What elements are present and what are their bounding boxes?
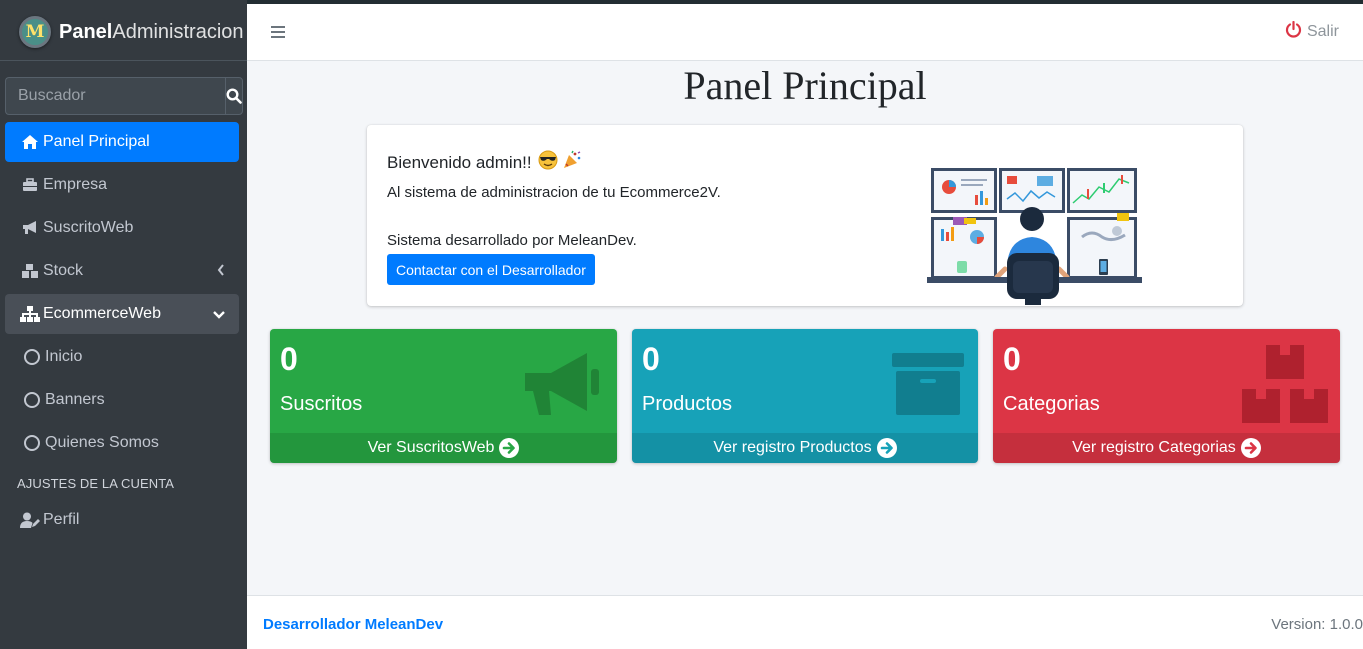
welcome-card: Bienvenido admin!! Al sistema de adminis… [367,125,1243,306]
sidebar-item-inicio[interactable]: Inicio [5,337,239,377]
sidebar-item-quienes-somos[interactable]: Quienes Somos [5,423,239,463]
sidebar: M PanelAdministracion Panel Principal Em… [0,0,247,649]
sidebar-item-label: Panel Principal [43,133,150,150]
brand-logo: M [19,16,51,48]
search-button[interactable] [225,77,243,115]
brand-text: PanelAdministracion [59,20,244,43]
logout-button[interactable]: Salir [1285,20,1339,43]
arrow-circle-right-icon [876,438,897,458]
boxes-icon [1242,345,1330,428]
circle-icon [24,392,40,408]
stat-link-label: Ver registro Productos [713,439,872,456]
sidebar-item-suscritoweb[interactable]: SuscritoWeb [5,208,239,248]
boxes-icon [20,261,40,281]
welcome-text: Bienvenido admin!! Al sistema de adminis… [387,150,721,249]
archive-icon [892,351,964,420]
brand-link[interactable]: M PanelAdministracion [0,0,247,61]
sidebar-item-panel-principal[interactable]: Panel Principal [5,122,239,162]
sitemap-icon [20,304,40,324]
arrow-circle-right-icon [499,438,520,458]
sidebar-item-label: EcommerceWeb [43,305,161,322]
stat-box-productos: 0 Productos Ver registro Productos [632,329,978,463]
stat-footer-link[interactable]: Ver registro Categorias [993,433,1340,463]
sidebar-item-label: SuscritoWeb [43,219,134,236]
developer-link[interactable]: Desarrollador MeleanDev [263,616,443,633]
menu-toggle-icon[interactable] [271,26,285,41]
contact-developer-button[interactable]: Contactar con el Desarrollador [387,254,595,285]
sidebar-item-label: Empresa [43,176,108,193]
stat-link-label: Ver SuscritosWeb [367,439,495,456]
user-edit-icon [20,510,40,530]
version-label: Version: 1.0.0 [1271,616,1363,633]
arrow-circle-right-icon [1240,438,1261,458]
chevron-left-icon [217,263,225,281]
stat-box-categorias: 0 Categorias Ver registro Categorias [993,329,1340,463]
sidebar-nav: Panel Principal Empresa SuscritoWeb Stoc… [5,122,239,543]
sidebar-item-label: Perfil [43,511,80,528]
chevron-down-icon [213,306,225,324]
bullhorn-icon [20,218,40,238]
logout-label: Salir [1306,23,1339,40]
stat-value: 0 [1003,341,1021,377]
circle-icon [24,349,40,365]
party-popper-icon [562,150,582,175]
briefcase-icon [20,175,40,195]
sidebar-item-label: Inicio [45,348,83,365]
main-footer: Desarrollador MeleanDev Version: 1.0.0 [247,595,1363,649]
top-navbar: Salir [247,4,1363,61]
admin-monitors-illustration [927,168,1142,305]
greeting: Bienvenido admin!! [387,150,721,175]
sidebar-item-label: Quienes Somos [45,434,159,451]
stat-value: 0 [280,341,298,377]
sidebar-item-label: Banners [45,391,105,408]
sidebar-search [5,77,243,115]
sidebar-item-label: Stock [43,262,84,279]
sidebar-item-stock[interactable]: Stock [5,251,239,291]
stat-footer-link[interactable]: Ver SuscritosWeb [270,433,617,463]
page-title: Panel Principal [683,63,927,108]
sidebar-item-ecommerceweb[interactable]: EcommerceWeb [5,294,239,334]
stat-value: 0 [642,341,660,377]
stat-link-label: Ver registro Categorias [1072,439,1236,456]
sidebar-section-header: AJUSTES DE LA CUENTA [17,475,175,491]
stat-label: Suscritos [280,393,363,415]
search-input[interactable] [5,77,225,115]
welcome-line-system: Al sistema de administracion de tu Ecomm… [387,184,721,201]
stat-footer-link[interactable]: Ver registro Productos [632,433,978,463]
stat-label: Productos [642,393,733,415]
home-icon [20,132,40,152]
sidebar-item-perfil[interactable]: Perfil [5,500,239,540]
bullhorn-icon [521,347,601,424]
sunglasses-emoji-icon [538,150,558,175]
welcome-line-developer: Sistema desarrollado por MeleanDev. [387,232,637,249]
sidebar-item-banners[interactable]: Banners [5,380,239,420]
sidebar-item-empresa[interactable]: Empresa [5,165,239,205]
search-icon [226,88,242,104]
stat-box-suscritos: 0 Suscritos Ver SuscritosWeb [270,329,617,463]
power-icon [1285,20,1302,43]
circle-icon [24,435,40,451]
stat-label: Categorias [1003,393,1100,415]
